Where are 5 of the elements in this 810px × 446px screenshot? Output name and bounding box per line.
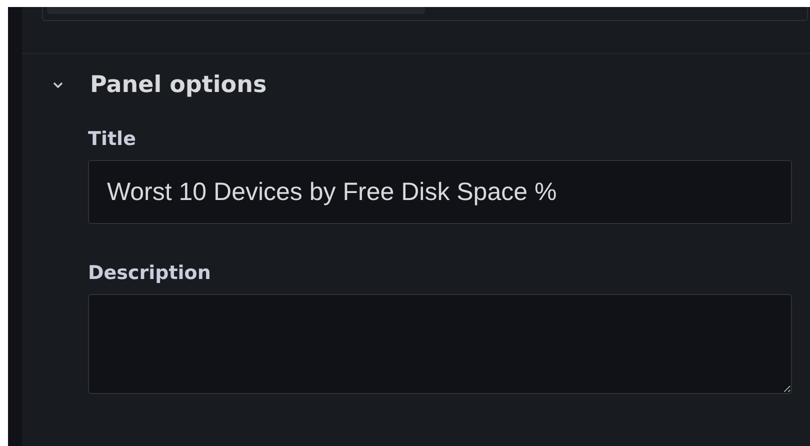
field-label: Description: [88, 262, 212, 284]
section-title: Panel options: [90, 72, 267, 98]
field-label: Title: [88, 128, 137, 150]
title-input[interactable]: Worst 10 Devices by Free Disk Space %: [88, 160, 792, 224]
chevron-icon[interactable]: [52, 81, 64, 89]
